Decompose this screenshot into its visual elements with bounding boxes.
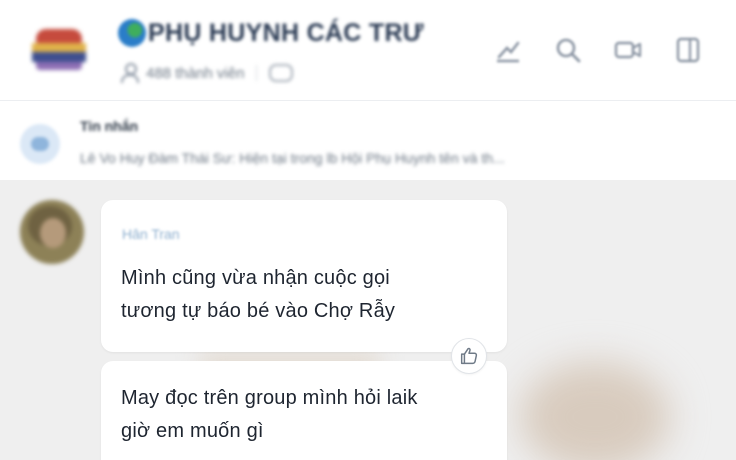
sender-name[interactable]: Hân Tran: [122, 226, 180, 242]
thumbs-up-icon: [460, 347, 478, 365]
message-line: tương tự báo bé vào Chợ Rẫy: [121, 300, 396, 322]
globe-icon: [118, 19, 146, 47]
group-avatar[interactable]: [30, 27, 88, 73]
message-text: Mình cũng vừa nhận cuộc gọi tương tự báo…: [121, 262, 395, 328]
sidebar-toggle-button[interactable]: [668, 30, 708, 70]
search-icon: [556, 38, 581, 63]
chart-icon: [497, 41, 520, 63]
video-call-icon: [614, 41, 642, 59]
message-text: May đọc trên group mình hỏi laik giờ em …: [121, 382, 418, 448]
pinned-label: Tin nhắn: [80, 118, 139, 134]
divider: [256, 65, 258, 81]
search-button[interactable]: [548, 30, 588, 70]
group-title-row[interactable]: PHỤ HUYNH CÁC TRƯ: [118, 16, 424, 50]
tag-icon[interactable]: [269, 64, 294, 82]
background-image: [520, 362, 670, 460]
group-name: PHỤ HUYNH CÁC TRƯ: [148, 18, 424, 47]
pinned-message-bar[interactable]: [0, 100, 736, 181]
chat-screen: PHỤ HUYNH CÁC TRƯ 488 thành viên Tin nhắ…: [0, 0, 736, 460]
header-actions: [488, 30, 708, 70]
chart-button[interactable]: [488, 30, 528, 70]
member-count: 488 thành viên: [146, 64, 245, 82]
sender-avatar[interactable]: [20, 200, 84, 264]
like-reaction-button[interactable]: [451, 338, 487, 374]
message-line: May đọc trên group mình hỏi laik: [121, 387, 418, 409]
video-call-button[interactable]: [608, 30, 648, 70]
chat-header: PHỤ HUYNH CÁC TRƯ 488 thành viên: [0, 0, 736, 100]
chat-bubble-icon: [20, 124, 60, 164]
message-line: Mình cũng vừa nhận cuộc gọi: [121, 267, 390, 289]
pinned-preview: Lê Vo Huy Đàm Thái Sư: Hiện tại trong lb…: [80, 150, 505, 166]
members-row[interactable]: 488 thành viên: [120, 60, 294, 86]
sidebar-panel-icon: [676, 37, 700, 63]
member-icon: [120, 63, 139, 83]
message-line: giờ em muốn gì: [121, 420, 264, 442]
